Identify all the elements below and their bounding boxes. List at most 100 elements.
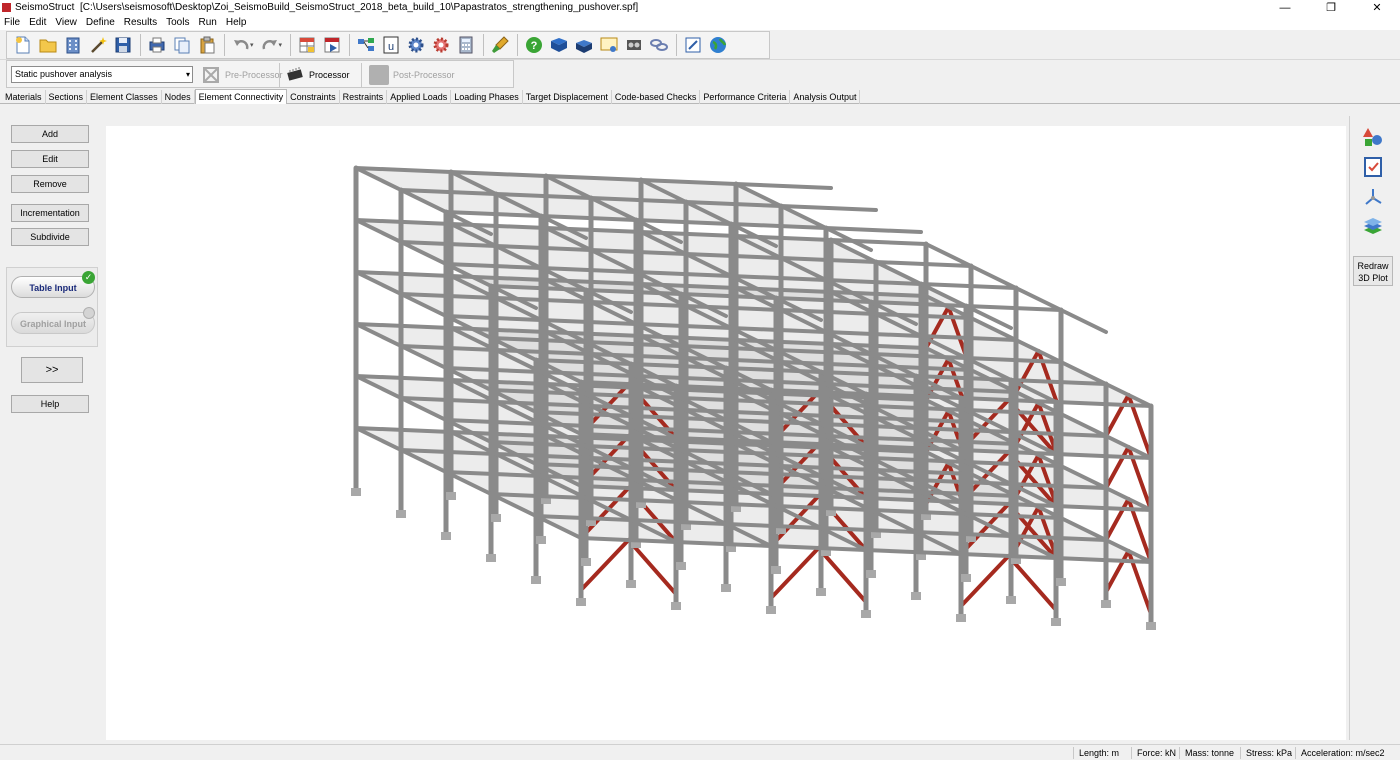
tab-performance-criteria[interactable]: Performance Criteria	[700, 90, 791, 104]
3d-viewport[interactable]	[106, 126, 1346, 740]
copy-icon[interactable]	[170, 33, 194, 57]
tab-materials[interactable]: Materials	[2, 90, 46, 104]
tab-element-connectivity[interactable]: Element Connectivity	[194, 89, 288, 104]
redraw-label: Redraw	[1357, 261, 1389, 271]
axes-icon[interactable]	[1362, 186, 1384, 208]
building-3d-model[interactable]	[106, 126, 1346, 740]
new-file-icon[interactable]	[11, 33, 35, 57]
tab-applied-loads[interactable]: Applied Loads	[387, 90, 452, 104]
window-title: SeismoStruct [C:\Users\seismosoft\Deskto…	[15, 2, 639, 13]
certificate-icon[interactable]	[597, 33, 621, 57]
run-icon[interactable]	[320, 33, 344, 57]
menu-run[interactable]: Run	[198, 17, 216, 28]
tab-sections[interactable]: Sections	[46, 90, 88, 104]
redo-dropdown-icon[interactable]: ▾	[279, 41, 283, 49]
menu-help[interactable]: Help	[226, 17, 247, 28]
tab-loading-phases[interactable]: Loading Phases	[451, 90, 523, 104]
restore-button[interactable]: ❐	[1308, 0, 1354, 15]
menu-bar: File Edit View Define Results Tools Run …	[0, 15, 1400, 30]
paste-icon[interactable]	[195, 33, 219, 57]
book-icon[interactable]	[547, 33, 571, 57]
pre-processor-button[interactable]: Pre-Processor	[201, 64, 283, 86]
column-footing	[491, 514, 501, 522]
post-processor-button[interactable]: Post-Processor	[369, 64, 455, 86]
edit-icon[interactable]	[681, 33, 705, 57]
tab-restraints[interactable]: Restraints	[340, 90, 388, 104]
tab-nodes[interactable]: Nodes	[162, 90, 195, 104]
help-icon[interactable]: ?	[522, 33, 546, 57]
add-button[interactable]: Add	[11, 125, 89, 143]
column-footing	[531, 576, 541, 584]
building-icon[interactable]	[61, 33, 85, 57]
edit-button[interactable]: Edit	[11, 150, 89, 168]
status-mass: Mass: tonne	[1179, 747, 1234, 759]
wizard-icon[interactable]	[86, 33, 110, 57]
column-footing	[961, 574, 971, 582]
beam	[874, 260, 973, 268]
processor-button[interactable]: Processor	[285, 64, 350, 86]
toolbar-group: ▾ ▾ u ?	[6, 31, 770, 59]
check-icon: ✓	[82, 271, 95, 284]
analysis-type-select[interactable]: Static pushover analysis ▾	[11, 66, 193, 83]
toolbar-separator	[224, 34, 225, 56]
brush-icon[interactable]	[488, 33, 512, 57]
status-length: Length: m	[1073, 747, 1119, 759]
column-footing	[351, 488, 361, 496]
tab-element-classes[interactable]: Element Classes	[87, 90, 162, 104]
help-button[interactable]: Help	[11, 395, 89, 413]
menu-results[interactable]: Results	[124, 17, 157, 28]
column-footing	[1056, 578, 1066, 586]
undo-dropdown-icon[interactable]: ▾	[250, 41, 254, 49]
table-icon[interactable]	[295, 33, 319, 57]
beam	[919, 282, 1018, 290]
beam	[824, 226, 923, 234]
save-icon[interactable]	[111, 33, 135, 57]
status-acceleration: Acceleration: m/sec2	[1295, 747, 1385, 759]
links-icon[interactable]	[647, 33, 671, 57]
gear-icon[interactable]	[404, 33, 428, 57]
print-icon[interactable]	[145, 33, 169, 57]
tab-analysis-output[interactable]: Analysis Output	[790, 90, 861, 104]
tab-target-displacement[interactable]: Target Displacement	[523, 90, 612, 104]
pre-processor-label: Pre-Processor	[225, 70, 283, 80]
column-footing	[576, 598, 586, 606]
layers-icon[interactable]	[1362, 216, 1384, 238]
toolbar-separator	[290, 34, 292, 56]
books-icon[interactable]	[572, 33, 596, 57]
column-footing	[1051, 618, 1061, 626]
checklist-icon[interactable]	[1362, 156, 1384, 178]
remove-button[interactable]: Remove	[11, 175, 89, 193]
network-icon[interactable]	[354, 33, 378, 57]
graphical-input-button[interactable]: Graphical Input	[11, 312, 95, 334]
module-tabs: Materials Sections Element Classes Nodes…	[0, 89, 1400, 104]
settings-icon[interactable]	[429, 33, 453, 57]
post-processor-label: Post-Processor	[393, 70, 455, 80]
svg-text:?: ?	[531, 40, 538, 52]
minimize-button[interactable]: —	[1262, 0, 1308, 15]
subdivide-button[interactable]: Subdivide	[11, 228, 89, 246]
column-footing	[816, 588, 826, 596]
globe-icon[interactable]	[706, 33, 730, 57]
processor-chip-icon	[285, 65, 305, 85]
menu-edit[interactable]: Edit	[29, 17, 46, 28]
column-footing	[766, 606, 776, 614]
close-button[interactable]: ✕	[1354, 0, 1400, 15]
u-icon[interactable]: u	[379, 33, 403, 57]
status-force: Force: kN	[1131, 747, 1176, 759]
expand-button[interactable]: >>	[21, 357, 83, 383]
column-footing	[1006, 596, 1016, 604]
shapes-icon[interactable]	[1362, 126, 1384, 148]
menu-file[interactable]: File	[4, 17, 20, 28]
open-folder-icon[interactable]	[36, 33, 60, 57]
column-footing	[721, 584, 731, 592]
menu-tools[interactable]: Tools	[166, 17, 189, 28]
incrementation-button[interactable]: Incrementation	[11, 204, 89, 222]
menu-define[interactable]: Define	[86, 17, 115, 28]
calculator-icon[interactable]	[454, 33, 478, 57]
redraw-3d-plot-button[interactable]: Redraw 3D Plot	[1353, 256, 1393, 286]
film-icon[interactable]	[622, 33, 646, 57]
menu-view[interactable]: View	[55, 17, 77, 28]
post-processor-icon	[369, 65, 389, 85]
tab-constraints[interactable]: Constraints	[287, 90, 340, 104]
tab-code-based-checks[interactable]: Code-based Checks	[612, 90, 701, 104]
